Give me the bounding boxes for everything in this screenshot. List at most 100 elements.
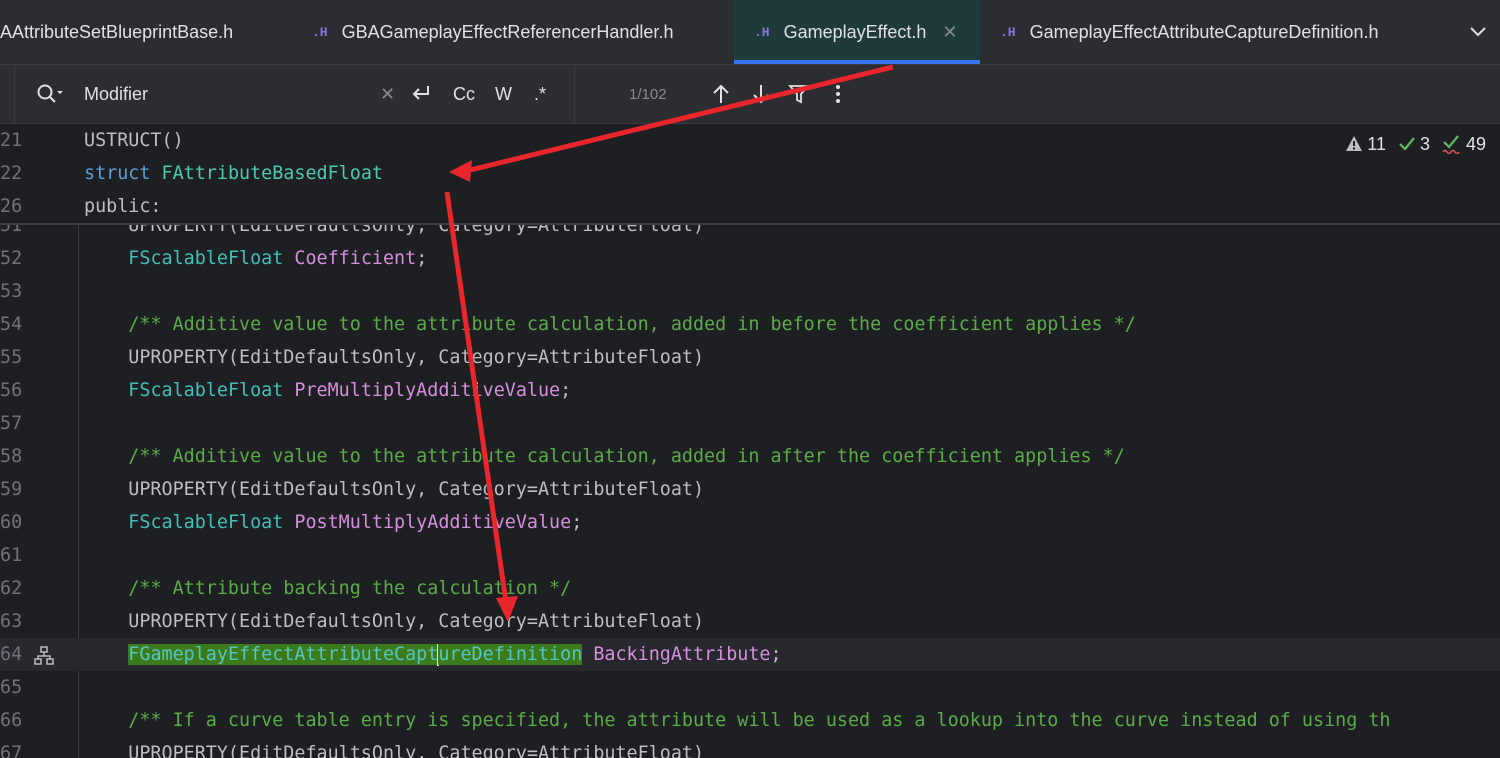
- line-number[interactable]: 64: [0, 638, 30, 671]
- line-number[interactable]: 60: [0, 506, 30, 539]
- line-number[interactable]: 22: [0, 157, 30, 190]
- whole-words-button[interactable]: W: [495, 65, 512, 123]
- code-text[interactable]: UPROPERTY(EditDefaultsOnly, Category=Att…: [84, 737, 704, 758]
- line-number[interactable]: 57: [0, 407, 30, 440]
- header-file-icon: .H: [1000, 24, 1016, 40]
- code-token: struct: [84, 163, 162, 184]
- tab-gameplayeffect[interactable]: .H GameplayEffect.h ✕: [734, 0, 980, 64]
- regex-button[interactable]: .*: [534, 65, 546, 123]
- code-token: UPROPERTY(EditDefaultsOnly, Category=Att…: [84, 611, 705, 632]
- code-line[interactable]: 57: [0, 407, 1500, 440]
- code-line[interactable]: 63 UPROPERTY(EditDefaultsOnly, Category=…: [0, 605, 1500, 638]
- code-token: USTRUCT(): [84, 130, 184, 151]
- clear-search-icon[interactable]: ✕: [380, 65, 395, 123]
- more-options-button[interactable]: [834, 65, 842, 123]
- line-number[interactable]: 63: [0, 605, 30, 638]
- line-number[interactable]: 54: [0, 308, 30, 341]
- search-match-highlight: FGameplayEffectAttributeCapt: [128, 644, 439, 665]
- tab-gbagameplayeffectreferencerhandler[interactable]: .H GBAGameplayEffectReferencerHandler.h: [312, 0, 732, 64]
- filter-button[interactable]: [788, 65, 810, 123]
- tab-aattributesetblueprintbase[interactable]: AAttributeSetBlueprintBase.h: [0, 0, 296, 64]
- code-line[interactable]: 21 USTRUCT(): [0, 124, 1500, 157]
- line-number[interactable]: 66: [0, 704, 30, 737]
- code-token: UPROPERTY(EditDefaultsOnly, Category=Att…: [84, 479, 705, 500]
- code-text[interactable]: /** Attribute backing the calculation */: [84, 572, 571, 605]
- code-text[interactable]: /** Additive value to the attribute calc…: [84, 308, 1136, 341]
- code-text[interactable]: FGameplayEffectAttributeCaptureDefinitio…: [84, 638, 782, 671]
- code-token: /** Attribute backing the calculation */: [84, 578, 572, 599]
- code-line[interactable]: 53: [0, 275, 1500, 308]
- code-text[interactable]: FScalableFloat PostMultiplyAdditiveValue…: [84, 506, 582, 539]
- code-token: UPROPERTY(EditDefaultsOnly, Category=Att…: [84, 347, 705, 368]
- code-text[interactable]: FScalableFloat PreMultiplyAdditiveValue;: [84, 374, 571, 407]
- new-line-button[interactable]: [410, 65, 432, 123]
- code-line[interactable]: 22 struct FAttributeBasedFloat: [0, 157, 1500, 190]
- code-line[interactable]: 64 FGameplayEffectAttributeCaptureDefini…: [0, 638, 1500, 671]
- search-history-button[interactable]: [36, 65, 64, 123]
- chevron-down-icon: [1470, 27, 1486, 37]
- code-text[interactable]: /** If a curve table entry is specified,…: [84, 704, 1391, 737]
- code-token: public:: [84, 196, 162, 217]
- code-line[interactable]: 67 UPROPERTY(EditDefaultsOnly, Category=…: [0, 737, 1500, 758]
- line-number[interactable]: 52: [0, 242, 30, 275]
- line-number[interactable]: 67: [0, 737, 30, 758]
- code-line[interactable]: 60 FScalableFloat PostMultiplyAdditiveVa…: [0, 506, 1500, 539]
- code-line[interactable]: 54 /** Additive value to the attribute c…: [0, 308, 1500, 341]
- code-text[interactable]: UPROPERTY(EditDefaultsOnly, Category=Att…: [84, 605, 704, 638]
- line-number[interactable]: 56: [0, 374, 30, 407]
- code-text[interactable]: struct FAttributeBasedFloat: [84, 157, 383, 190]
- line-number[interactable]: 59: [0, 473, 30, 506]
- code-token: ;: [560, 380, 572, 401]
- tab-gameplayeffectattributecapturedefinition[interactable]: .H GameplayEffectAttributeCaptureDefinit…: [1000, 0, 1450, 64]
- code-line[interactable]: 58 /** Additive value to the attribute c…: [0, 440, 1500, 473]
- line-number[interactable]: 61: [0, 539, 30, 572]
- tab-label: GameplayEffect.h: [783, 21, 927, 42]
- code-text[interactable]: public:: [84, 190, 162, 223]
- tab-overflow-button[interactable]: [1456, 0, 1500, 64]
- next-occurrence-button[interactable]: [752, 65, 770, 123]
- code-line[interactable]: 52 FScalableFloat Coefficient;: [0, 242, 1500, 275]
- line-number[interactable]: 55: [0, 341, 30, 374]
- code-line[interactable]: 55 UPROPERTY(EditDefaultsOnly, Category=…: [0, 341, 1500, 374]
- line-number[interactable]: 21: [0, 124, 30, 157]
- sticky-lines-header: 11 3 49 21 USTRUCT() 22 struct FAttributeBa…: [0, 124, 1500, 225]
- new-line-icon: [412, 86, 429, 100]
- code-editor[interactable]: 11 3 49 21 USTRUCT() 22 struct FAttributeBa…: [0, 124, 1500, 758]
- header-file-icon: .H: [754, 24, 770, 40]
- code-token: PreMultiplyAdditiveValue: [294, 380, 561, 401]
- code-line[interactable]: 66 /** If a curve table entry is specifi…: [0, 704, 1500, 737]
- match-case-button[interactable]: Cc: [453, 65, 475, 123]
- code-text[interactable]: FScalableFloat Coefficient;: [84, 242, 427, 275]
- code-line[interactable]: 56 FScalableFloat PreMultiplyAdditiveVal…: [0, 374, 1500, 407]
- hierarchy-icon[interactable]: [34, 644, 54, 665]
- close-icon[interactable]: ✕: [942, 22, 957, 43]
- code-text[interactable]: UPROPERTY(EditDefaultsOnly, Category=Att…: [84, 341, 704, 374]
- code-text[interactable]: USTRUCT(): [84, 124, 184, 157]
- line-number[interactable]: 62: [0, 572, 30, 605]
- arrow-down-icon: [753, 85, 769, 104]
- code-text[interactable]: /** Additive value to the attribute calc…: [84, 440, 1125, 473]
- find-bar: Modifier ✕ Cc W .* 1/102: [0, 65, 1500, 124]
- line-number[interactable]: 53: [0, 275, 30, 308]
- code-token: /** If a curve table entry is specified,…: [84, 710, 1391, 731]
- match-count: 1/102: [629, 85, 667, 103]
- search-input[interactable]: Modifier: [84, 65, 364, 123]
- code-line[interactable]: 61: [0, 539, 1500, 572]
- code-line[interactable]: 59 UPROPERTY(EditDefaultsOnly, Category=…: [0, 473, 1500, 506]
- line-number[interactable]: 58: [0, 440, 30, 473]
- line-number[interactable]: 26: [0, 190, 30, 223]
- code-token: /** Additive value to the attribute calc…: [84, 314, 1136, 335]
- code-line[interactable]: 65: [0, 671, 1500, 704]
- code-text[interactable]: UPROPERTY(EditDefaultsOnly, Category=Att…: [84, 473, 704, 506]
- line-number[interactable]: 65: [0, 671, 30, 704]
- previous-occurrence-button[interactable]: [712, 65, 730, 123]
- code-line[interactable]: 26 public:: [0, 190, 1500, 223]
- divider: [574, 65, 575, 123]
- code-token: ;: [416, 248, 428, 269]
- code-token: ;: [770, 644, 782, 665]
- code-line[interactable]: 62 /** Attribute backing the calculation…: [0, 572, 1500, 605]
